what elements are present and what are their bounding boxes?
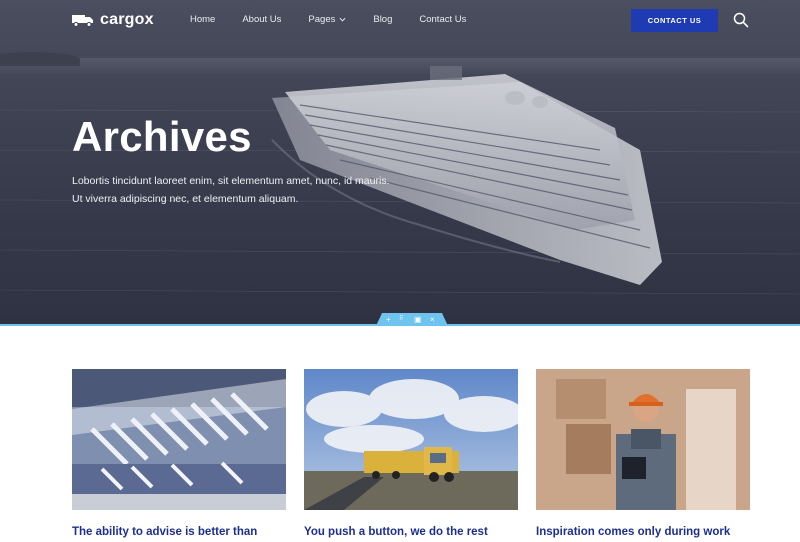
brand-name: cargox [100,11,154,28]
brand-logo[interactable]: cargox [72,10,154,30]
nav-about-us[interactable]: About Us [242,14,281,25]
nav-home-label: Home [190,14,216,25]
nav-contact-us-label: Contact Us [419,14,467,25]
nav-pages[interactable]: Pages [308,14,346,25]
nav-blog-label: Blog [373,14,393,25]
nav-pages-label: Pages [308,14,336,25]
hero-description-line-1: Lobortis tincidunt laoreet enim, sit ele… [72,175,390,187]
hero-banner: cargox Home About Us Pages Blog Contact … [0,0,800,325]
post-title[interactable]: The ability to advise is better than [72,524,286,540]
main-menu: Home About Us Pages Blog Contact Us [190,14,493,25]
cruise-ship-image [0,66,800,295]
post-card[interactable]: The ability to advise is better than [72,369,286,540]
truck-icon [72,15,93,27]
top-navigation: cargox Home About Us Pages Blog Contact … [0,0,800,40]
post-card[interactable]: Inspiration comes only during work [536,369,750,540]
chevron-down-icon [339,17,346,22]
drag-handle-icon[interactable]: ⠿ [399,315,403,324]
page-title: Archives [72,113,252,160]
nav-about-us-label: About Us [242,14,282,25]
duplicate-icon[interactable]: ▣ [414,315,422,324]
post-title[interactable]: Inspiration comes only during work [536,524,750,540]
post-title[interactable]: You push a button, we do the rest [304,524,518,540]
add-section-icon[interactable]: + [386,315,391,324]
section-divider [0,324,800,326]
post-image-aerial-warehouse[interactable] [72,369,286,510]
post-card[interactable]: You push a button, we do the rest [304,369,518,540]
close-icon[interactable]: × [430,315,435,324]
post-image-worker[interactable] [536,369,750,510]
nav-blog[interactable]: Blog [373,14,392,25]
nav-home[interactable]: Home [190,14,215,25]
nav-contact-us[interactable]: Contact Us [419,14,466,25]
hero-description: Lobortis tincidunt laoreet enim, sit ele… [72,172,432,208]
contact-us-button[interactable]: CONTACT US [631,9,718,32]
hero-description-line-2: Ut viverra adipiscing nec, et elementum … [72,193,299,205]
post-image-truck[interactable] [304,369,518,510]
search-icon[interactable] [733,12,749,28]
